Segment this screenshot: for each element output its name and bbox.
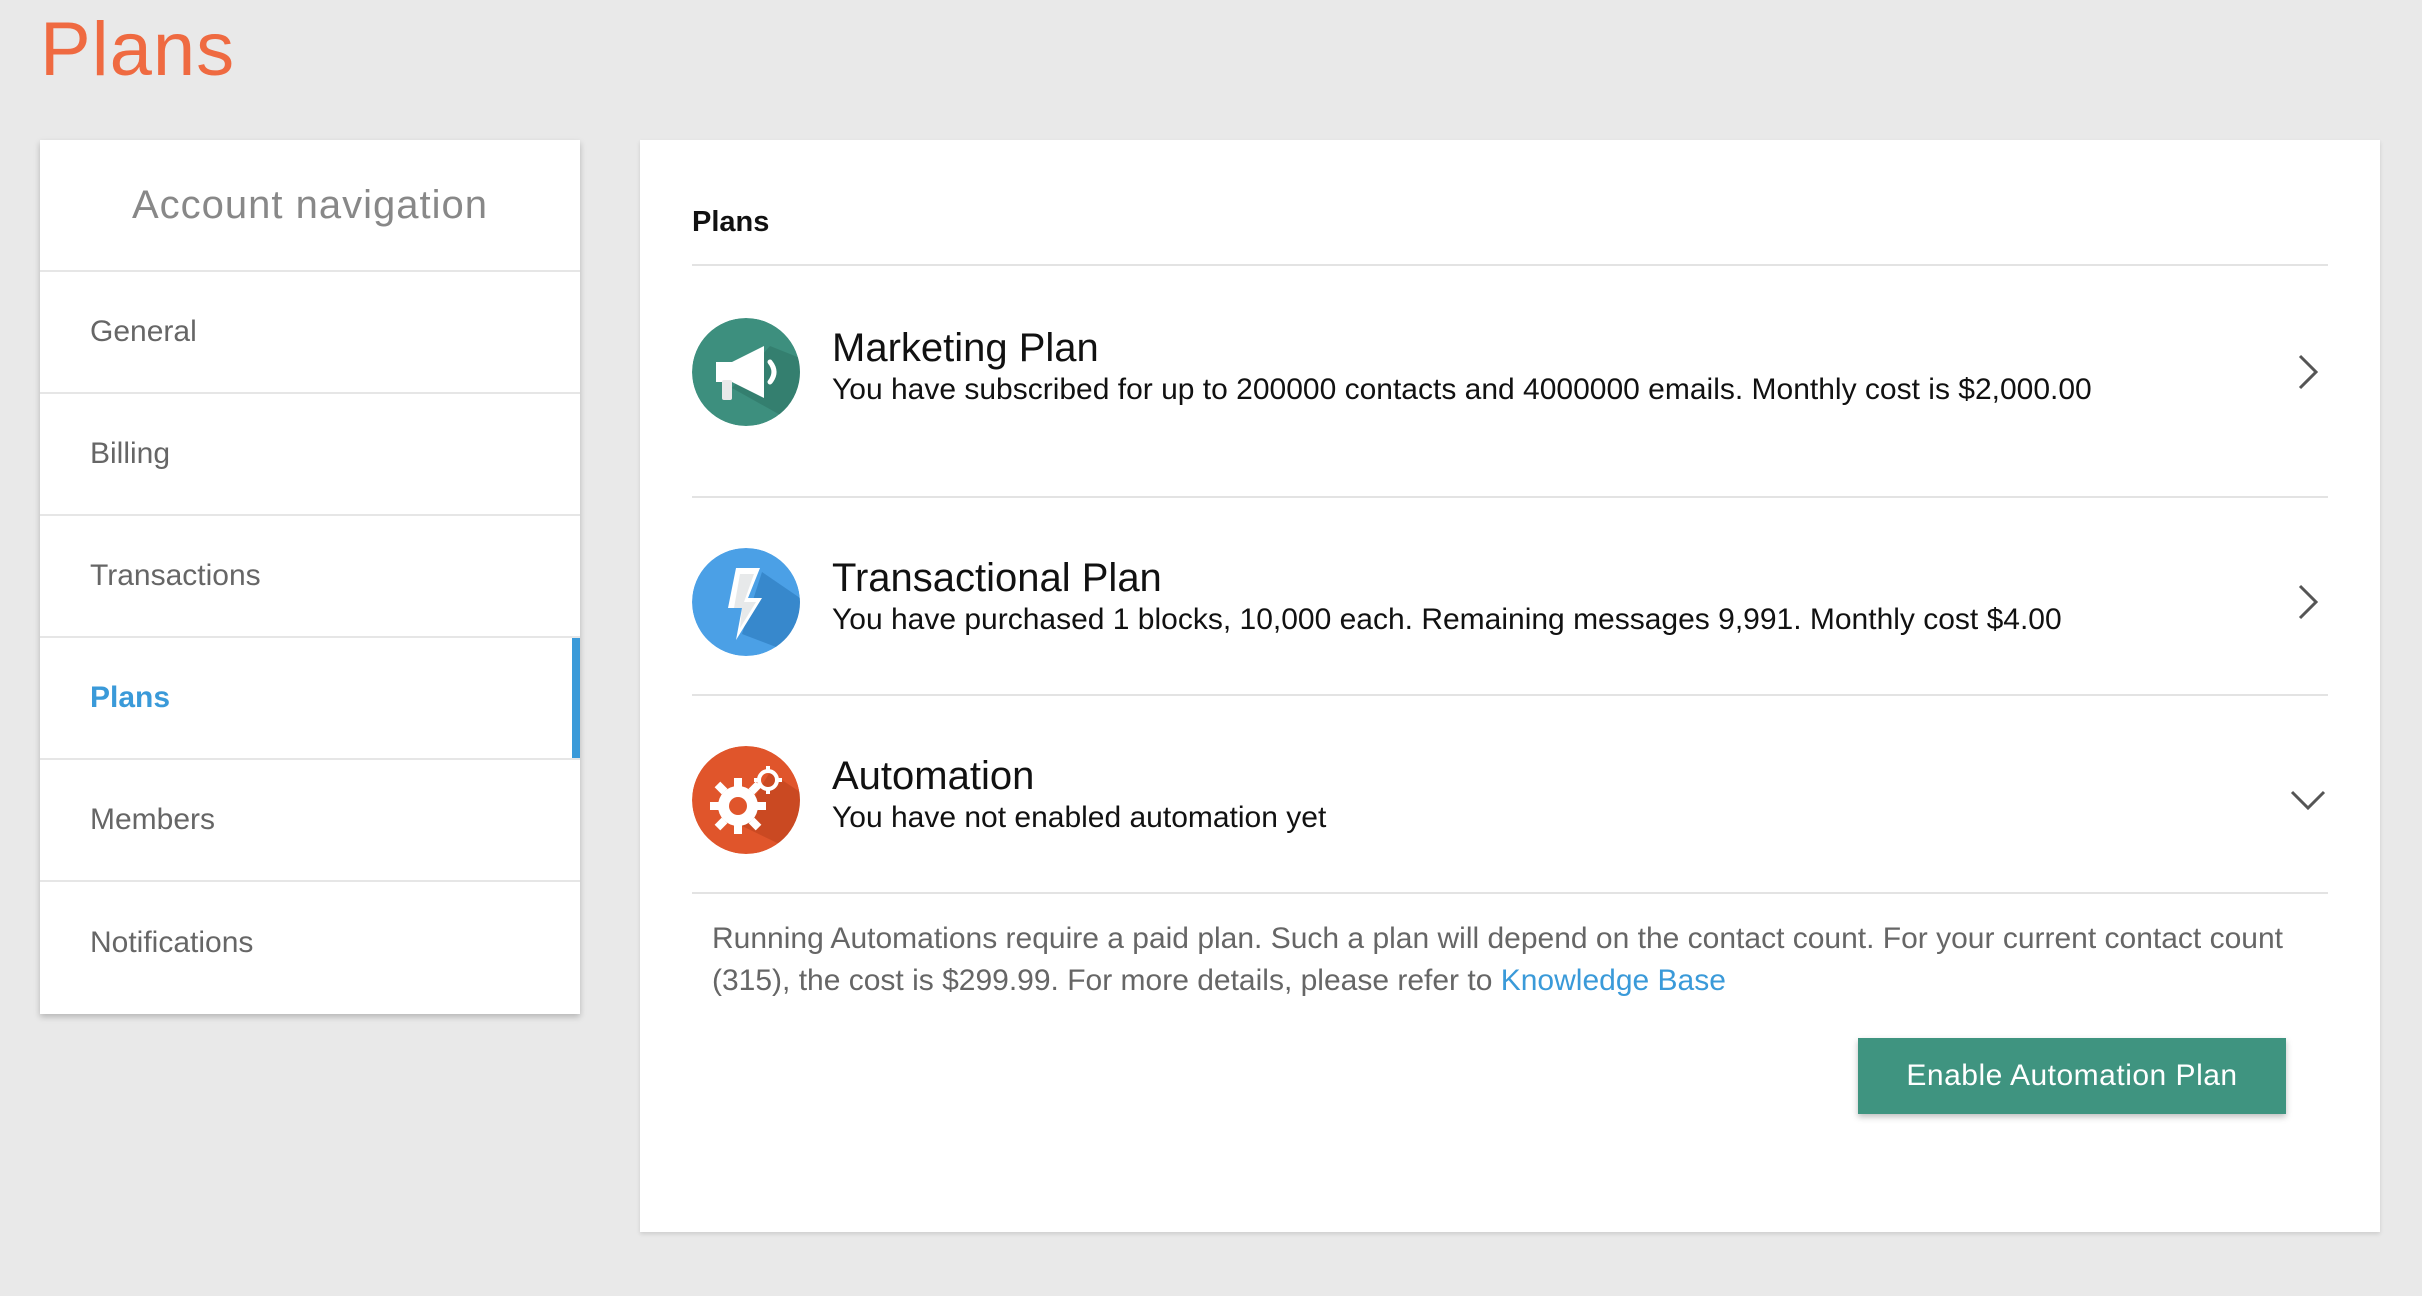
chevron-right-icon[interactable] [2288, 352, 2328, 392]
account-navigation-sidebar: Account navigation General Billing Trans… [40, 140, 580, 1014]
section-title: Plans [692, 206, 770, 238]
automation-note: Running Automations require a paid plan.… [712, 918, 2300, 1002]
automation-row[interactable]: Automation You have not enabled automati… [692, 746, 2328, 854]
plan-description: You have not enabled automation yet [832, 801, 1327, 834]
knowledge-base-link[interactable]: Knowledge Base [1501, 964, 1726, 997]
divider [692, 496, 2328, 498]
plan-description: You have purchased 1 blocks, 10,000 each… [832, 603, 2062, 636]
sidebar-item-billing[interactable]: Billing [40, 394, 580, 516]
plans-panel: Plans Marketing Plan You have subscribed… [640, 140, 2380, 1232]
divider [692, 694, 2328, 696]
divider [692, 264, 2328, 266]
page-title: Plans [40, 7, 236, 92]
sidebar-item-members[interactable]: Members [40, 760, 580, 882]
sidebar-item-general[interactable]: General [40, 272, 580, 394]
chevron-down-icon[interactable] [2288, 780, 2328, 820]
sidebar-header: Account navigation [40, 140, 580, 272]
chevron-right-icon[interactable] [2288, 582, 2328, 622]
sidebar-item-notifications[interactable]: Notifications [40, 882, 580, 1004]
enable-automation-plan-button[interactable]: Enable Automation Plan [1858, 1038, 2286, 1114]
plan-name: Automation [832, 754, 1035, 798]
automation-note-text: Running Automations require a paid plan.… [712, 922, 2283, 997]
sidebar-item-transactions[interactable]: Transactions [40, 516, 580, 638]
transactional-plan-row[interactable]: Transactional Plan You have purchased 1 … [692, 548, 2328, 656]
plan-description: You have subscribed for up to 200000 con… [832, 373, 2092, 406]
gears-icon [692, 746, 800, 854]
divider [692, 892, 2328, 894]
plan-name: Transactional Plan [832, 556, 1162, 600]
marketing-plan-row[interactable]: Marketing Plan You have subscribed for u… [692, 318, 2328, 426]
plan-name: Marketing Plan [832, 326, 1099, 370]
sidebar-item-plans[interactable]: Plans [40, 638, 580, 760]
megaphone-icon [692, 318, 800, 426]
lightning-icon [692, 548, 800, 656]
